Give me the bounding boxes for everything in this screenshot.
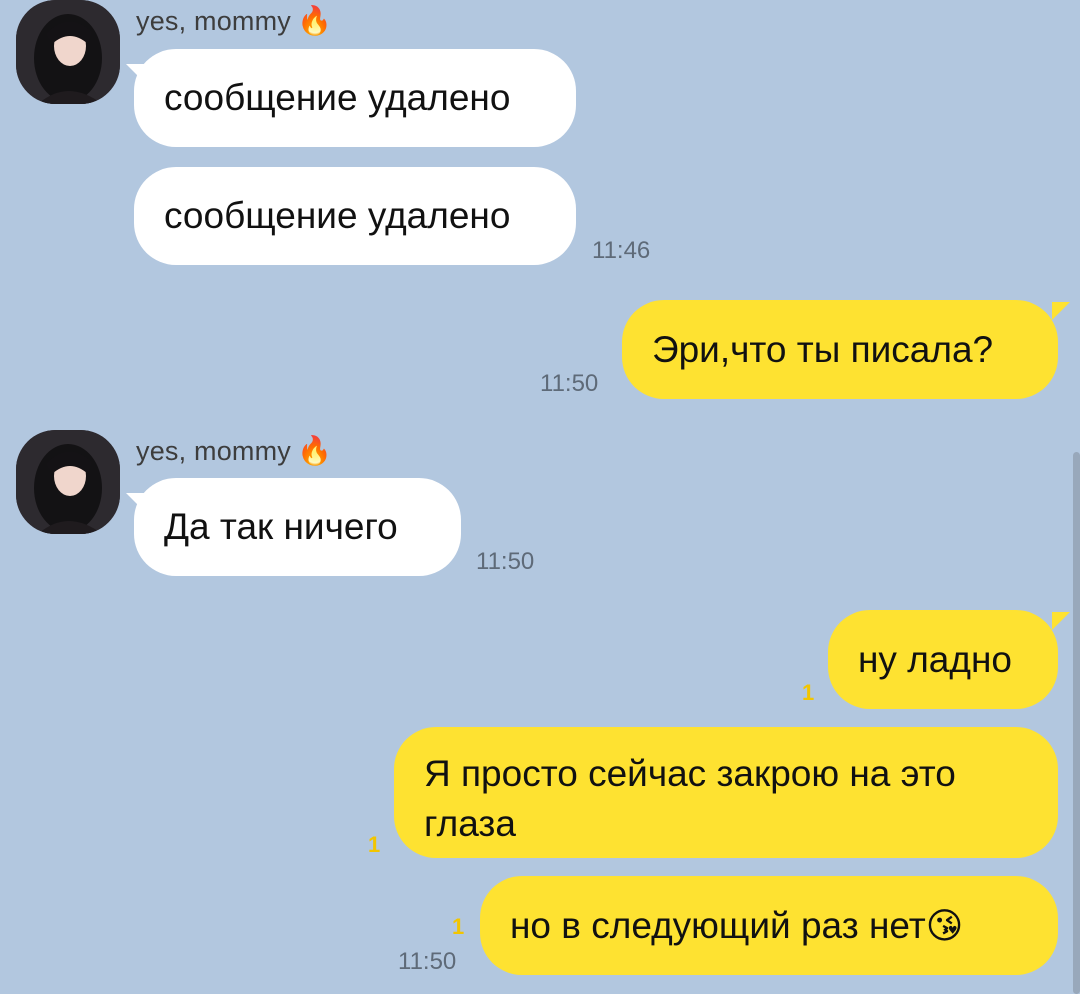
message-text: но в следующий раз нет [510,904,926,946]
message-bubble-outgoing[interactable]: Я просто сейчас закрою на это глаза [394,727,1058,858]
unread-count: 1 [802,680,815,705]
contact-avatar-icon[interactable] [16,0,120,104]
message-bubble-incoming[interactable]: Да так ничего [134,478,461,576]
contact-avatar-icon[interactable] [16,430,120,534]
message-timestamp: 11:50 [398,948,457,975]
message-text: Я просто сейчас закрою на это глаза [424,753,956,844]
unread-count: 1 [452,914,465,939]
unread-count: 1 [368,832,381,857]
message-text: Да так ничего [164,506,398,547]
bubble-tail [1052,302,1070,320]
bubble-tail [1052,612,1070,630]
contact-name-text: yes, mommy [136,6,292,36]
message-bubble-outgoing[interactable]: ну ладно [828,610,1058,709]
message-bubble-outgoing[interactable]: но в следующий раз нет 😘 [480,876,1058,975]
fire-emoji-icon: 🔥 [297,435,333,466]
contact-name-text: yes, mommy [136,436,292,466]
message-timestamp: 11:46 [592,237,651,264]
message-text: Эри,что ты писала? [652,328,994,370]
message-timestamp: 11:50 [540,370,599,397]
message-text: сообщение удалено [164,77,511,118]
kissing-face-emoji-icon: 😘 [925,904,964,946]
message-bubble-incoming[interactable]: сообщение удалено [134,49,576,147]
message-bubble-outgoing[interactable]: Эри,что ты писала? [622,300,1058,399]
fire-emoji-icon: 🔥 [297,5,333,36]
contact-name: yes, mommy 🔥 [136,434,332,467]
scrollbar[interactable] [1073,452,1080,994]
message-bubble-incoming[interactable]: сообщение удалено [134,167,576,265]
message-text: ну ладно [858,638,1012,680]
message-text: сообщение удалено [164,195,511,236]
message-timestamp: 11:50 [476,548,535,575]
contact-name: yes, mommy 🔥 [136,4,332,37]
